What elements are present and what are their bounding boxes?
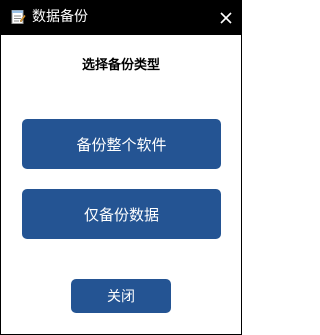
close-icon[interactable] xyxy=(219,11,233,25)
close-button[interactable]: 关闭 xyxy=(71,279,171,313)
data-backup-button[interactable]: 仅备份数据 xyxy=(22,189,221,239)
window-title: 数据备份 xyxy=(32,9,88,25)
title-bar[interactable]: 数据备份 xyxy=(1,1,241,35)
dialog-heading: 选择备份类型 xyxy=(81,58,160,73)
backup-dialog-window: 数据备份 选择备份类型 备份整个软件 仅备份数据 关闭 xyxy=(0,0,242,335)
full-backup-button[interactable]: 备份整个软件 xyxy=(22,119,221,169)
notepad-icon xyxy=(11,10,26,24)
